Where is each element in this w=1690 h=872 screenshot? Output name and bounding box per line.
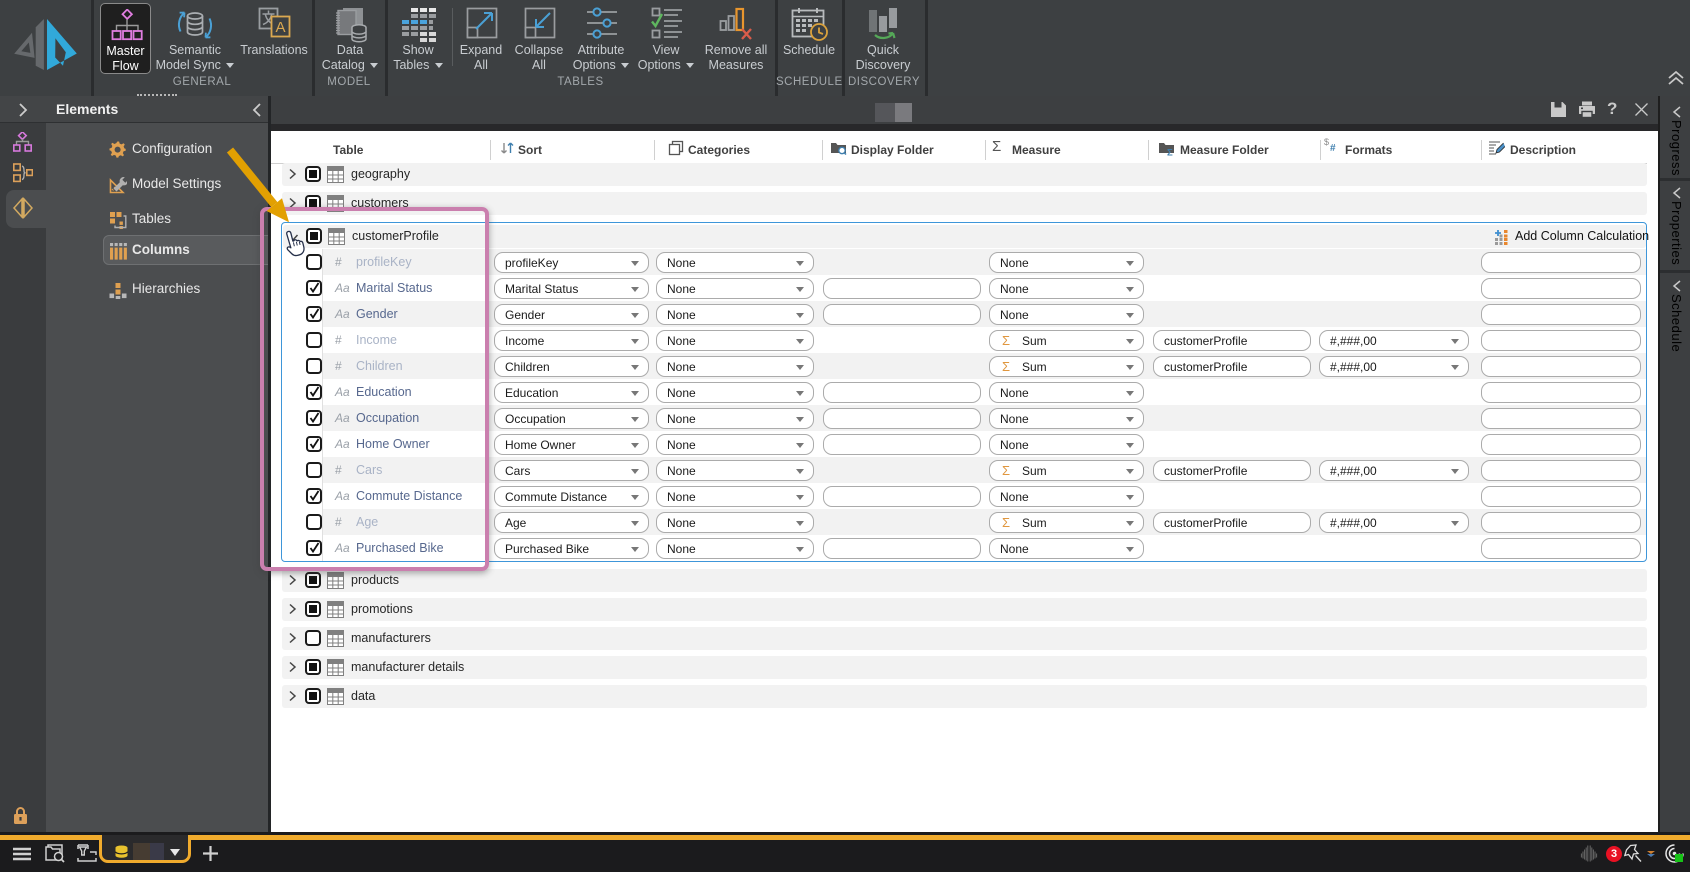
svg-text:A: A	[275, 19, 285, 36]
svg-text:Σ: Σ	[1167, 148, 1173, 157]
